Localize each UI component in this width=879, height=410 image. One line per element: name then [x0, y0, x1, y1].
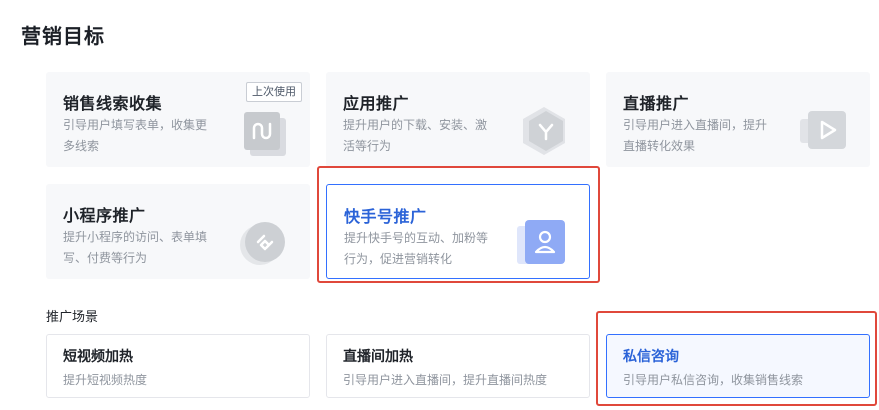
goal-card-title: 快手号推广	[344, 207, 427, 226]
goal-card-desc: 引导用户填写表单，收集更多线索	[63, 118, 208, 153]
scene-card-title: 直播间加热	[343, 349, 413, 365]
goal-card-desc: 引导用户进入直播间，提升直播转化效果	[623, 118, 768, 153]
scene-card-title: 私信咨询	[623, 349, 679, 365]
goal-card-lead-collection[interactable]: 销售线索收集 引导用户填写表单，收集更多线索 上次使用	[46, 72, 310, 167]
last-used-badge: 上次使用	[246, 82, 302, 102]
goal-card-mini-program[interactable]: 小程序推广 提升小程序的访问、表单填写、付费等行为	[46, 184, 310, 279]
goal-card-desc: 提升用户的下载、安装、激活等行为	[343, 118, 488, 153]
scene-card-private-message[interactable]: 私信咨询 引导用户私信咨询，收集销售线索	[606, 334, 870, 398]
goal-card-desc: 提升小程序的访问、表单填写、付费等行为	[63, 230, 208, 265]
page-title: 营销目标	[21, 24, 105, 48]
goal-card-title: 应用推广	[343, 94, 410, 113]
scene-card-title: 短视频加热	[63, 349, 133, 365]
marketing-goal-page: 营销目标 销售线索收集 引导用户填写表单，收集更多线索 上次使用 应用推广 提升…	[0, 0, 879, 410]
goal-card-app-promotion[interactable]: 应用推广 提升用户的下载、安装、激活等行为	[326, 72, 590, 167]
scene-card-live-room[interactable]: 直播间加热 引导用户进入直播间，提升直播间热度	[326, 334, 590, 398]
goal-card-title: 直播推广	[623, 94, 690, 113]
mini-program-icon	[240, 222, 285, 265]
goal-card-title: 销售线索收集	[63, 94, 163, 113]
scene-card-short-video[interactable]: 短视频加热 提升短视频热度	[46, 334, 310, 398]
app-icon	[523, 107, 565, 155]
section-label-scenes: 推广场景	[46, 310, 99, 325]
scene-card-desc: 引导用户进入直播间，提升直播间热度	[343, 373, 548, 387]
goal-card-title: 小程序推广	[63, 206, 146, 225]
form-icon	[244, 112, 286, 156]
user-account-icon	[517, 220, 565, 264]
scene-card-desc: 提升短视频热度	[63, 373, 148, 387]
live-play-icon	[800, 111, 846, 149]
scene-card-desc: 引导用户私信咨询，收集销售线索	[623, 373, 804, 387]
goal-card-kuaishou-account[interactable]: 快手号推广 提升快手号的互动、加粉等行为，促进营销转化	[326, 184, 590, 279]
goal-card-live-promotion[interactable]: 直播推广 引导用户进入直播间，提升直播转化效果	[606, 72, 870, 167]
goal-card-desc: 提升快手号的互动、加粉等行为，促进营销转化	[344, 231, 489, 266]
